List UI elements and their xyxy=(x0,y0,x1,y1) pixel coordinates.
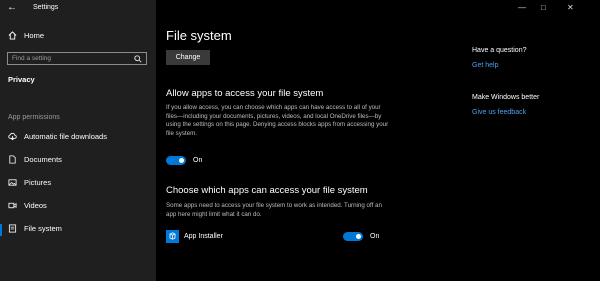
window-title: Settings xyxy=(33,4,59,11)
search-input[interactable] xyxy=(12,53,130,64)
maximize-button[interactable]: □ xyxy=(541,3,546,12)
document-icon xyxy=(9,155,16,164)
choose-description: Some apps need to access your file syste… xyxy=(166,202,382,218)
allow-access-toggle[interactable] xyxy=(166,156,186,165)
change-button[interactable]: Change xyxy=(166,50,210,65)
allow-heading: Allow apps to access your file system xyxy=(166,88,324,99)
sidebar: ← Settings Home Privacy App permissions … xyxy=(0,0,156,281)
sidebar-item-label: Automatic file downloads xyxy=(24,132,107,141)
help-heading: Have a question? xyxy=(472,47,527,54)
sidebar-item-label: Documents xyxy=(24,155,62,164)
page-title: File system xyxy=(166,28,232,43)
choose-heading: Choose which apps can access your file s… xyxy=(166,185,368,196)
category-title: Privacy xyxy=(8,75,35,84)
sidebar-item-file-system[interactable]: File system xyxy=(8,224,62,233)
picture-icon xyxy=(8,179,17,186)
titlebar: ← Settings xyxy=(0,0,156,18)
back-button[interactable]: ← xyxy=(7,2,17,14)
file-system-icon xyxy=(8,224,17,233)
sidebar-item-automatic-file-downloads[interactable]: Automatic file downloads xyxy=(8,132,107,141)
sidebar-item-label: Videos xyxy=(24,201,47,210)
video-icon xyxy=(8,202,17,209)
sidebar-item-documents[interactable]: Documents xyxy=(8,155,62,164)
sidebar-item-pictures[interactable]: Pictures xyxy=(8,178,51,187)
app-installer-icon xyxy=(166,230,179,243)
allow-toggle-label: On xyxy=(193,157,203,164)
search-icon xyxy=(134,55,142,63)
home-icon xyxy=(8,31,17,40)
app-toggle-label: On xyxy=(370,233,380,240)
app-installer-toggle[interactable] xyxy=(343,232,363,241)
sidebar-item-label: Pictures xyxy=(24,178,52,187)
main-content: — □ ✕ File system Change Allow apps to a… xyxy=(156,0,600,281)
feedback-heading: Make Windows better xyxy=(472,94,540,101)
sidebar-home-label: Home xyxy=(24,31,45,40)
feedback-link[interactable]: Give us feedback xyxy=(472,109,526,116)
section-label: App permissions xyxy=(8,114,60,121)
search-box[interactable] xyxy=(7,52,147,65)
sidebar-item-home[interactable]: Home xyxy=(8,31,44,40)
allow-description: If you allow access, you can choose whic… xyxy=(166,104,389,137)
get-help-link[interactable]: Get help xyxy=(472,62,498,69)
sidebar-item-videos[interactable]: Videos xyxy=(8,201,47,210)
app-name: App Installer xyxy=(184,233,223,240)
sidebar-item-label: File system xyxy=(24,224,62,233)
close-button[interactable]: ✕ xyxy=(567,3,574,12)
active-indicator xyxy=(0,224,2,236)
cloud-download-icon xyxy=(8,132,17,141)
minimize-button[interactable]: — xyxy=(518,3,526,12)
